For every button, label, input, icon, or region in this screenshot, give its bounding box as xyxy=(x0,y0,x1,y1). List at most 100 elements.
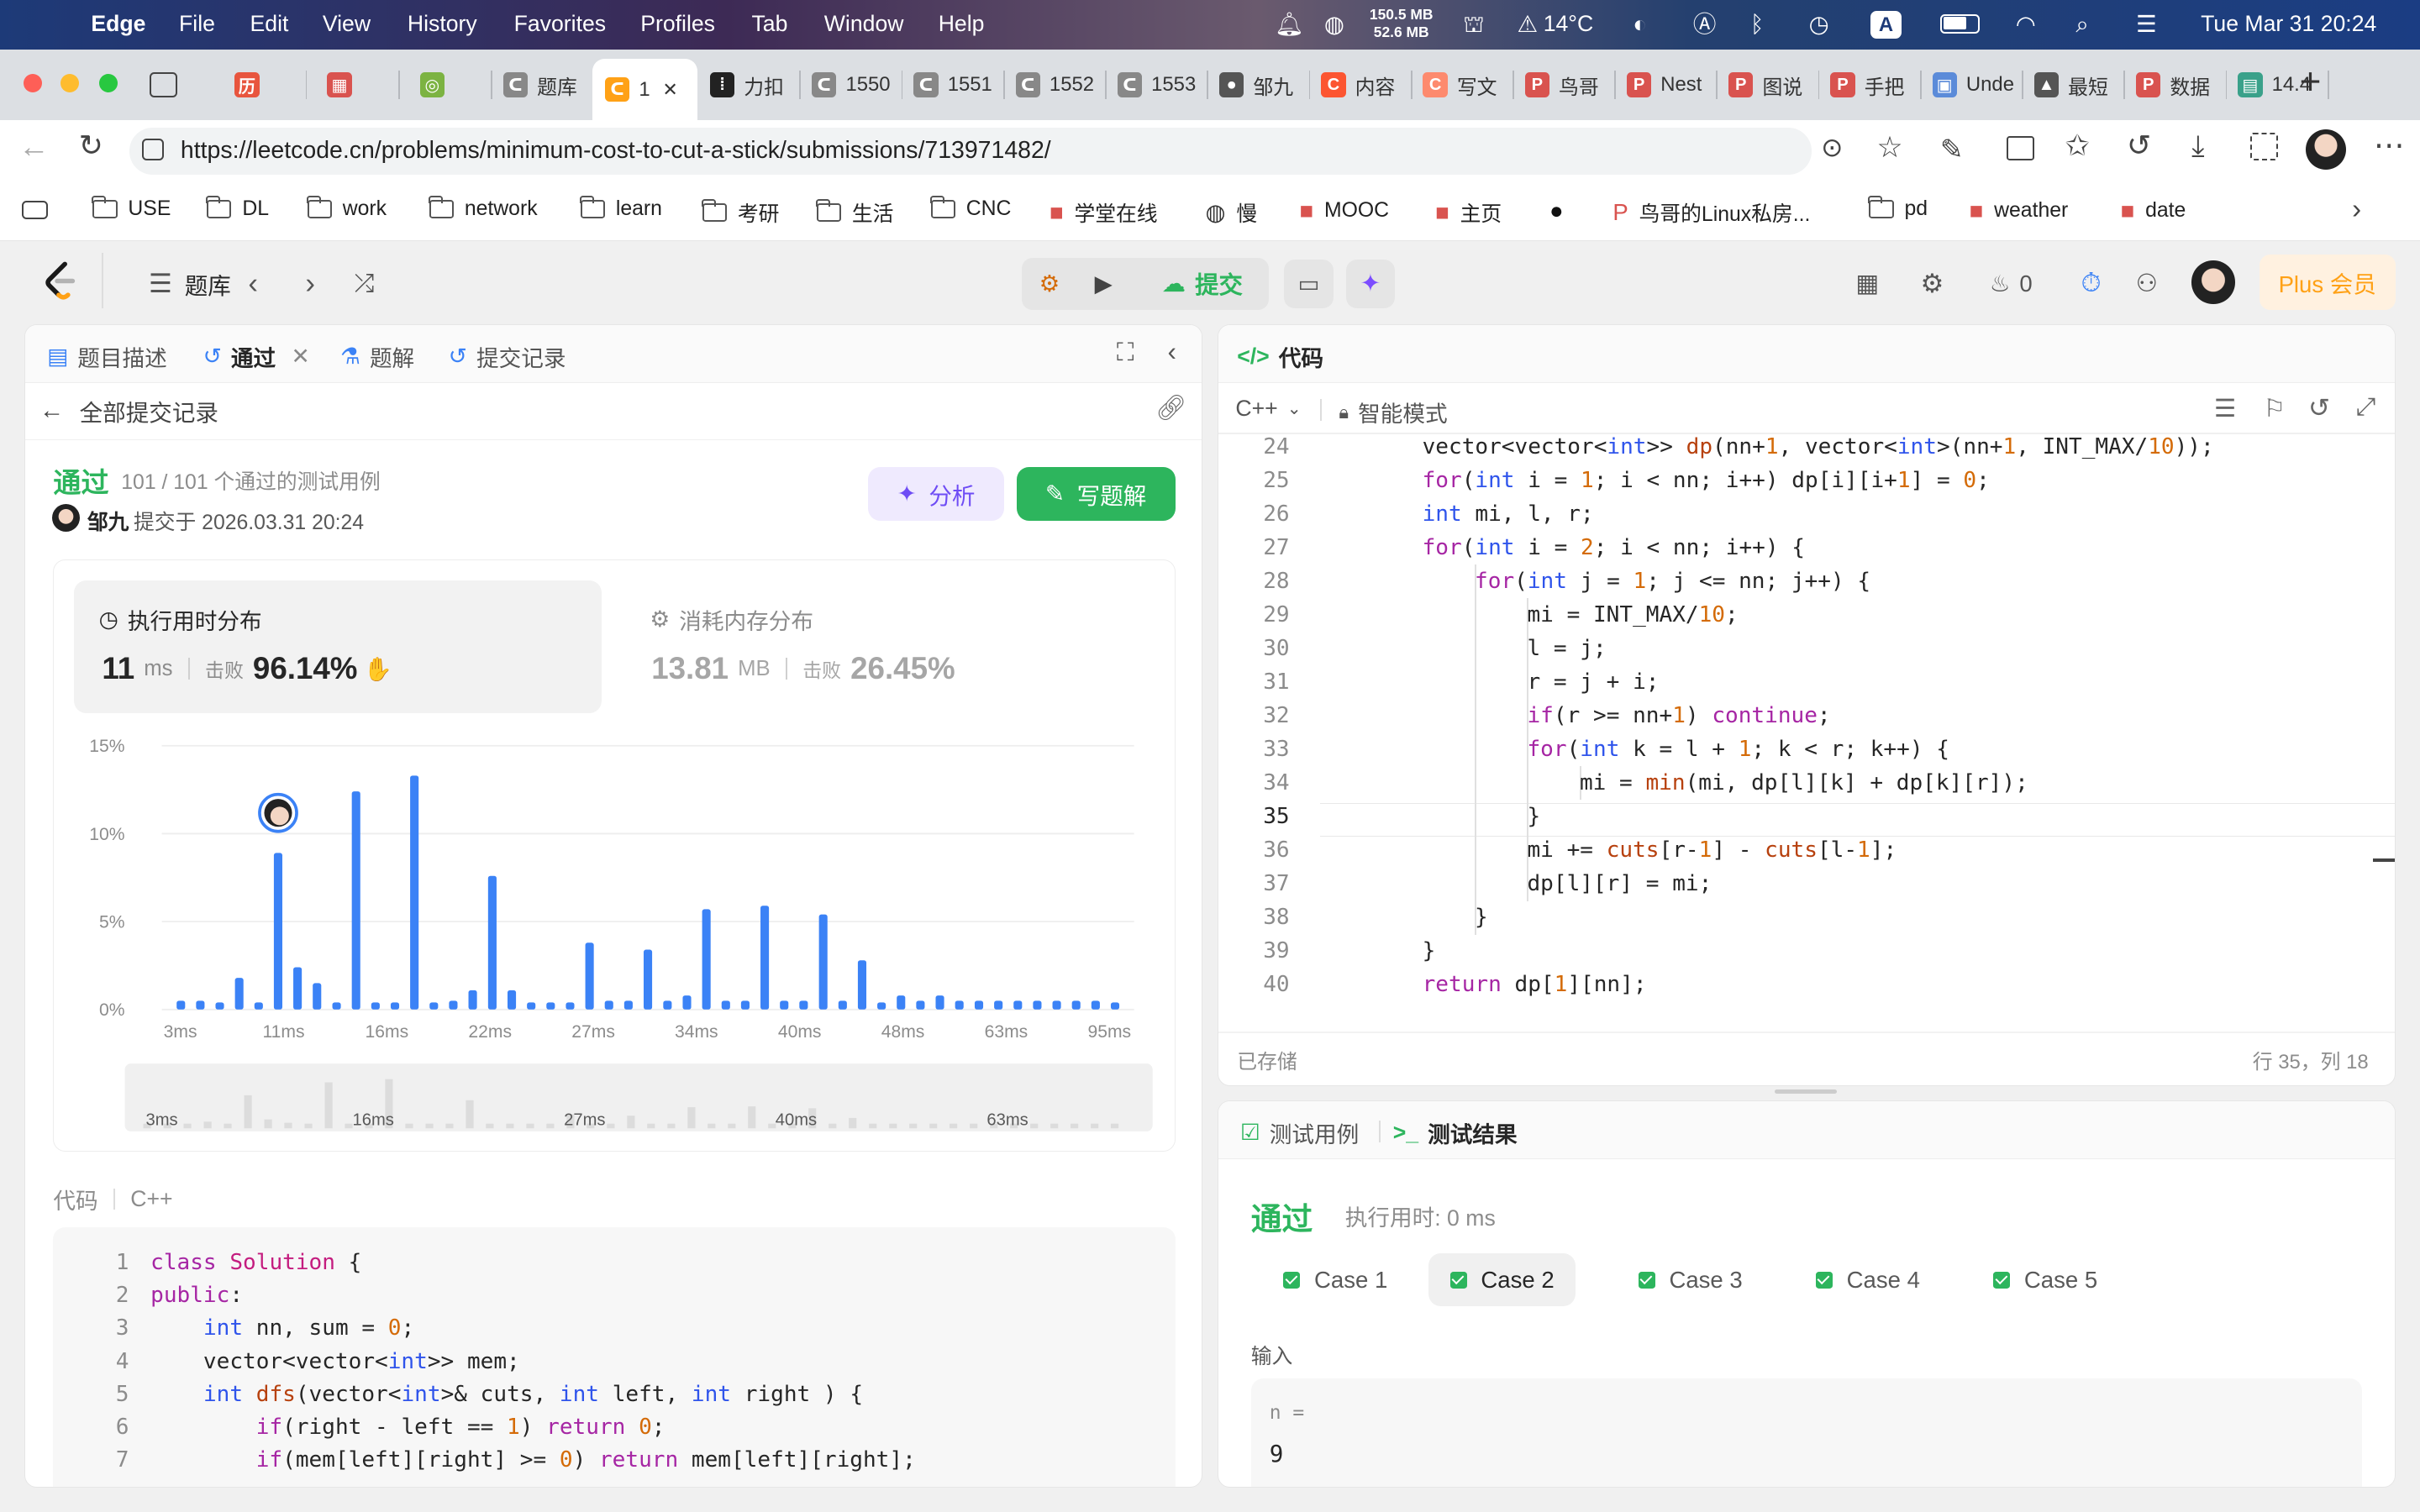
distribution-bar[interactable] xyxy=(313,982,322,1010)
distribution-bar[interactable] xyxy=(391,1001,400,1010)
timer-icon[interactable]: ⏱ xyxy=(2073,260,2110,309)
menu-window[interactable]: Window xyxy=(824,11,904,37)
browser-tab[interactable]: ᑕ 1552 xyxy=(1003,59,1105,111)
distribution-bar[interactable] xyxy=(1092,1000,1101,1010)
tab-description[interactable]: ▤ 题目描述 xyxy=(47,340,167,373)
runtime-distribution-chart[interactable]: 15% 10% 5% 0% 3ms 11ms 16ms 22ms 27ms 34ms 40ms 48… xyxy=(54,715,1176,1153)
settings-gear-icon[interactable]: ⚙ xyxy=(1914,260,1951,309)
test-case-tab[interactable]: Case 3 xyxy=(1617,1253,1764,1305)
random-problem-icon[interactable]: ⤮ xyxy=(345,260,382,309)
url-field[interactable]: https://leetcode.cn/problems/minimum-cos… xyxy=(129,128,1903,175)
distribution-bar[interactable] xyxy=(1033,1000,1042,1010)
distribution-bar[interactable] xyxy=(255,1001,264,1010)
leetcode-logo-icon[interactable] xyxy=(39,258,82,304)
distribution-bar[interactable] xyxy=(975,1000,984,1010)
window-zoom-button[interactable] xyxy=(98,74,118,93)
language-select[interactable]: C++ ⌄ xyxy=(1235,396,1301,422)
bookmark-item[interactable]: pd xyxy=(1868,195,1928,221)
browser-tab[interactable]: ᑕ 1550 xyxy=(799,59,901,111)
code-editor-tab[interactable]: </> 代码 xyxy=(1237,340,1323,373)
distribution-bar[interactable] xyxy=(877,1001,886,1010)
user-avatar[interactable] xyxy=(2191,260,2235,304)
memory-title[interactable]: ⚙ 消耗内存分布 xyxy=(650,603,813,636)
distribution-bar[interactable] xyxy=(546,1001,555,1010)
menu-app-name[interactable]: Edge xyxy=(91,11,145,37)
bookmark-item[interactable]: ■ weather xyxy=(1970,197,2069,224)
distribution-bar[interactable] xyxy=(235,977,245,1010)
distribution-bar[interactable] xyxy=(215,1001,225,1010)
browser-tab[interactable]: P 图说 xyxy=(1716,59,1818,111)
plus-membership-button[interactable]: Plus 会员 xyxy=(2259,255,2396,311)
expand-icon[interactable]: ⤢ xyxy=(2356,393,2376,422)
distribution-bar[interactable] xyxy=(916,1000,925,1010)
battery-icon[interactable] xyxy=(1939,13,1981,34)
distribution-bar[interactable] xyxy=(468,990,478,1010)
bookmark-item[interactable]: DL xyxy=(206,195,269,221)
bookmark-item[interactable]: 考研 xyxy=(701,197,779,228)
test-case-tab[interactable]: Case 5 xyxy=(1971,1253,2118,1305)
memory-monitor[interactable]: 150.5 MB 52.6 MB xyxy=(1355,6,1448,39)
distribution-bar[interactable] xyxy=(624,1000,634,1010)
distribution-bar[interactable] xyxy=(682,995,692,1010)
distribution-bar[interactable] xyxy=(780,1000,789,1010)
distribution-bar[interactable] xyxy=(449,1000,458,1010)
streak-counter[interactable]: ♨ 0 xyxy=(1980,260,2041,309)
input-source-badge[interactable]: A xyxy=(1870,10,1902,39)
prev-problem-icon[interactable]: ‹ xyxy=(238,260,269,309)
bookmark-item[interactable]: CNC xyxy=(929,195,1011,221)
distribution-bar[interactable] xyxy=(332,1001,342,1010)
distribution-bar[interactable] xyxy=(799,1000,808,1010)
browser-tab[interactable]: 历 xyxy=(213,59,305,111)
distribution-bar[interactable] xyxy=(644,949,653,1010)
runtime-stat-box[interactable]: ◷ 执行用时分布 11 ms 击败 96.14% ✋ xyxy=(74,580,602,713)
distribution-bar[interactable] xyxy=(955,1000,965,1010)
distribution-bar[interactable] xyxy=(663,1000,672,1010)
browser-tab[interactable]: P 数据 xyxy=(2123,59,2225,111)
reset-icon[interactable]: ↺ xyxy=(2308,393,2330,423)
more-menu-icon[interactable]: ⋯ xyxy=(2374,127,2405,163)
distribution-bar[interactable] xyxy=(702,908,712,1010)
menubar-clock[interactable]: Tue Mar 31 20:24 xyxy=(2201,11,2376,37)
distribution-bar[interactable] xyxy=(508,990,517,1010)
distribution-bar[interactable] xyxy=(741,1000,750,1010)
bell-icon[interactable]: 🔔︎ xyxy=(1275,9,1304,40)
distribution-bar[interactable] xyxy=(897,995,906,1010)
browser-tab[interactable]: P 手把 xyxy=(1818,59,1920,111)
bluetooth-icon[interactable]: ᛒ xyxy=(1750,9,1765,40)
submitter-name[interactable]: 邹九 xyxy=(87,506,129,536)
test-case-tab[interactable]: Case 4 xyxy=(1794,1253,1941,1305)
fullscreen-icon[interactable]: ⛶ xyxy=(1117,339,1134,367)
tab-accepted[interactable]: ↺ 通过 ✕ xyxy=(203,340,310,373)
distribution-bar[interactable] xyxy=(760,905,770,1010)
distribution-bar[interactable] xyxy=(176,1000,186,1010)
bookmark-item[interactable]: USE xyxy=(92,195,171,221)
menu-view[interactable]: View xyxy=(323,11,371,37)
profile-avatar[interactable] xyxy=(2306,129,2346,171)
workspaces-icon[interactable] xyxy=(150,72,178,97)
bookmark-item[interactable]: P 鸟哥的Linux私房... xyxy=(1612,197,1810,228)
distribution-bar[interactable] xyxy=(566,1001,575,1010)
distribution-bar[interactable] xyxy=(352,790,361,1010)
menu-file[interactable]: File xyxy=(179,11,215,37)
back-all-submissions[interactable]: ← 全部提交记录 xyxy=(39,394,218,428)
menu-edit[interactable]: Edit xyxy=(250,11,289,37)
debug-icon[interactable]: ⚙ xyxy=(1028,260,1071,309)
note-icon[interactable]: ▭ xyxy=(1284,259,1334,309)
extensions-icon[interactable]: ✎ xyxy=(1940,133,1964,166)
distribution-bar[interactable] xyxy=(994,1000,1003,1010)
tab-solutions[interactable]: ⚗ 题解 xyxy=(340,340,414,373)
tab-submissions[interactable]: ↺ 提交记录 xyxy=(449,340,566,373)
browser-tab[interactable]: ⁞ 力扣 xyxy=(697,59,799,111)
distribution-bar[interactable] xyxy=(527,1001,536,1010)
browser-tab[interactable]: P Nest xyxy=(1614,59,1716,111)
bookmark-item[interactable]: 生活 xyxy=(815,197,893,228)
test-case-tab[interactable]: Case 2 xyxy=(1428,1253,1576,1306)
ai-sparkle-icon[interactable]: ✦ xyxy=(1345,259,1396,309)
distribution-bar[interactable] xyxy=(429,1001,439,1010)
distribution-bar[interactable] xyxy=(274,852,283,1010)
browser-tab[interactable]: ᑕ 1551 xyxy=(902,59,1003,111)
menu-help[interactable]: Help xyxy=(939,11,985,37)
globe-icon[interactable]: ◍ xyxy=(1324,9,1344,40)
bookmark-item[interactable]: learn xyxy=(579,195,662,221)
submitted-code-block[interactable]: 1 class Solution {2 public: 3 int nn, sum =… xyxy=(53,1227,1176,1487)
